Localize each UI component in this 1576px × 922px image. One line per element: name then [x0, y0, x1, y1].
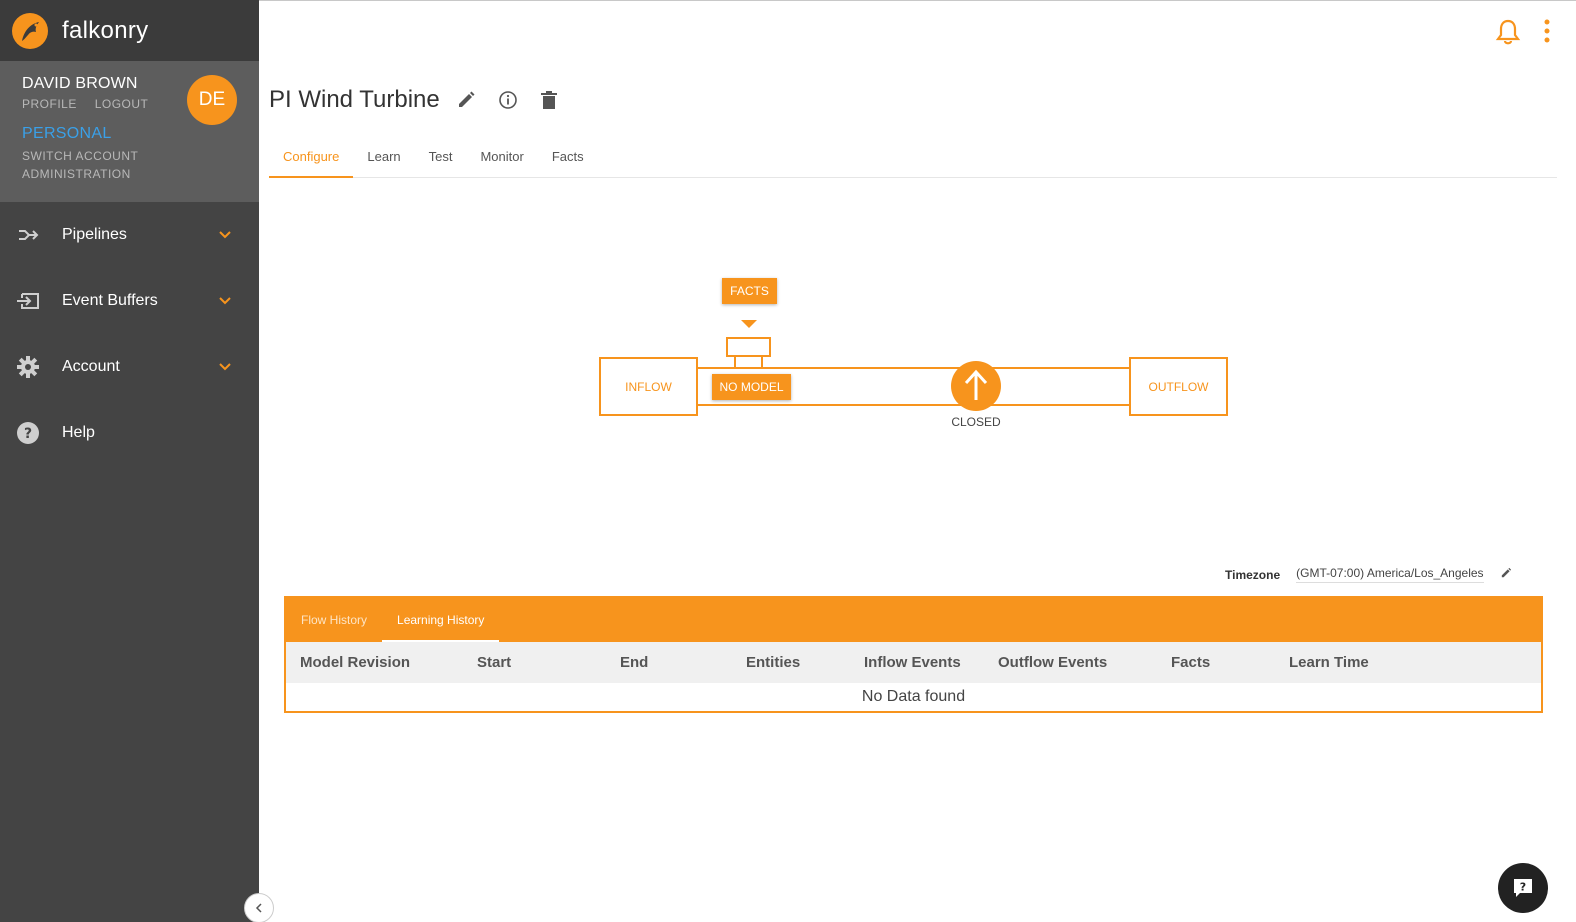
outflow-button[interactable]: OUTFLOW	[1131, 359, 1226, 414]
sidebar-item-help[interactable]: ? Help	[0, 400, 259, 466]
falkonry-logo-icon[interactable]	[12, 12, 48, 49]
sidebar-item-label: Event Buffers	[62, 292, 158, 309]
tab-configure[interactable]: Configure	[269, 137, 354, 178]
column-header[interactable]: Outflow Events	[998, 654, 1107, 671]
chevron-down-icon[interactable]	[219, 226, 231, 244]
sidebar-item-event-buffers[interactable]: Event Buffers	[0, 268, 259, 334]
column-header[interactable]: Inflow Events	[864, 654, 961, 671]
more-options-icon[interactable]	[1540, 18, 1554, 51]
timezone-value: (GMT-07:00) America/Los_Angeles	[1296, 566, 1484, 583]
sidebar-item-label: Account	[62, 358, 120, 375]
help-icon: ?	[16, 421, 40, 445]
empty-message: No Data found	[861, 688, 966, 705]
edit-timezone-icon[interactable]	[1500, 567, 1512, 582]
history-panel: Flow History Learning History Model Revi…	[284, 596, 1543, 713]
inflow-label: INFLOW	[625, 379, 672, 394]
model-label: NO MODEL	[719, 380, 784, 394]
tab-facts[interactable]: Facts	[538, 137, 598, 178]
chevron-left-icon	[255, 903, 262, 913]
history-tabs: Flow History Learning History	[286, 598, 1541, 642]
trash-icon[interactable]	[540, 90, 558, 110]
main-tabs: Configure Learn Test Monitor Facts	[269, 137, 1557, 178]
top-divider	[259, 0, 1576, 1]
column-header[interactable]: Facts	[1171, 654, 1210, 671]
page-title: PI Wind Turbine	[269, 86, 440, 113]
tab-learning-history[interactable]: Learning History	[382, 598, 500, 642]
event-buffer-icon	[16, 289, 40, 313]
inflow-button[interactable]: INFLOW	[601, 359, 696, 414]
model-button[interactable]: NO MODEL	[712, 374, 791, 400]
info-icon[interactable]	[498, 90, 518, 110]
administration-link[interactable]: ADMINISTRATION	[22, 167, 259, 181]
outflow-label: OUTFLOW	[1148, 379, 1209, 394]
column-header[interactable]: End	[620, 654, 648, 671]
table-header: Model Revision Start End Entities Inflow…	[286, 642, 1541, 683]
gear-icon	[16, 355, 40, 379]
column-header[interactable]: Model Revision	[300, 654, 410, 671]
sidebar-item-account[interactable]: Account	[0, 334, 259, 400]
svg-text:?: ?	[24, 426, 32, 442]
notification-bell-icon[interactable]	[1495, 18, 1521, 51]
edit-icon[interactable]	[456, 90, 476, 110]
pipeline-icon	[16, 223, 40, 247]
tab-learn[interactable]: Learn	[353, 137, 414, 178]
svg-text:?: ?	[1520, 881, 1526, 894]
sidebar-item-label: Pipelines	[62, 226, 127, 243]
arrow-down-icon	[741, 320, 757, 328]
sidebar-item-pipelines[interactable]: Pipelines	[0, 202, 259, 268]
sidebar-item-label: Help	[62, 424, 95, 441]
column-header[interactable]: Start	[477, 654, 511, 671]
brand-header: falkonry	[0, 0, 259, 61]
sidebar: falkonry DAVID BROWN PROFILE LOGOUT PERS…	[0, 0, 259, 922]
chat-question-icon: ?	[1514, 879, 1532, 897]
valve-button[interactable]	[951, 361, 1001, 411]
chevron-down-icon[interactable]	[219, 358, 231, 376]
collapse-sidebar-button[interactable]	[244, 893, 274, 922]
title-row: PI Wind Turbine	[269, 86, 558, 114]
valve-state-label: CLOSED	[951, 415, 1001, 429]
avatar[interactable]: DE	[187, 75, 237, 125]
timezone-label: Timezone	[1225, 567, 1281, 582]
tab-monitor[interactable]: Monitor	[466, 137, 537, 178]
column-header[interactable]: Learn Time	[1289, 654, 1369, 671]
chat-help-button[interactable]: ?	[1498, 863, 1548, 913]
facts-label: FACTS	[730, 284, 769, 298]
account-type-label[interactable]: PERSONAL	[22, 125, 259, 143]
tab-flow-history[interactable]: Flow History	[286, 598, 382, 642]
switch-account-link[interactable]: SWITCH ACCOUNT	[22, 149, 259, 163]
logout-link[interactable]: LOGOUT	[95, 97, 149, 111]
profile-link[interactable]: PROFILE	[22, 97, 77, 111]
brand-name: falkonry	[62, 16, 149, 44]
facts-connector	[726, 337, 771, 357]
tab-test[interactable]: Test	[415, 137, 467, 178]
facts-button[interactable]: FACTS	[722, 278, 777, 304]
user-panel: DAVID BROWN PROFILE LOGOUT PERSONAL SWIT…	[0, 61, 259, 202]
column-header[interactable]: Entities	[746, 654, 800, 671]
chevron-down-icon[interactable]	[219, 292, 231, 310]
timezone-row: Timezone (GMT-07:00) America/Los_Angeles	[1225, 566, 1512, 583]
